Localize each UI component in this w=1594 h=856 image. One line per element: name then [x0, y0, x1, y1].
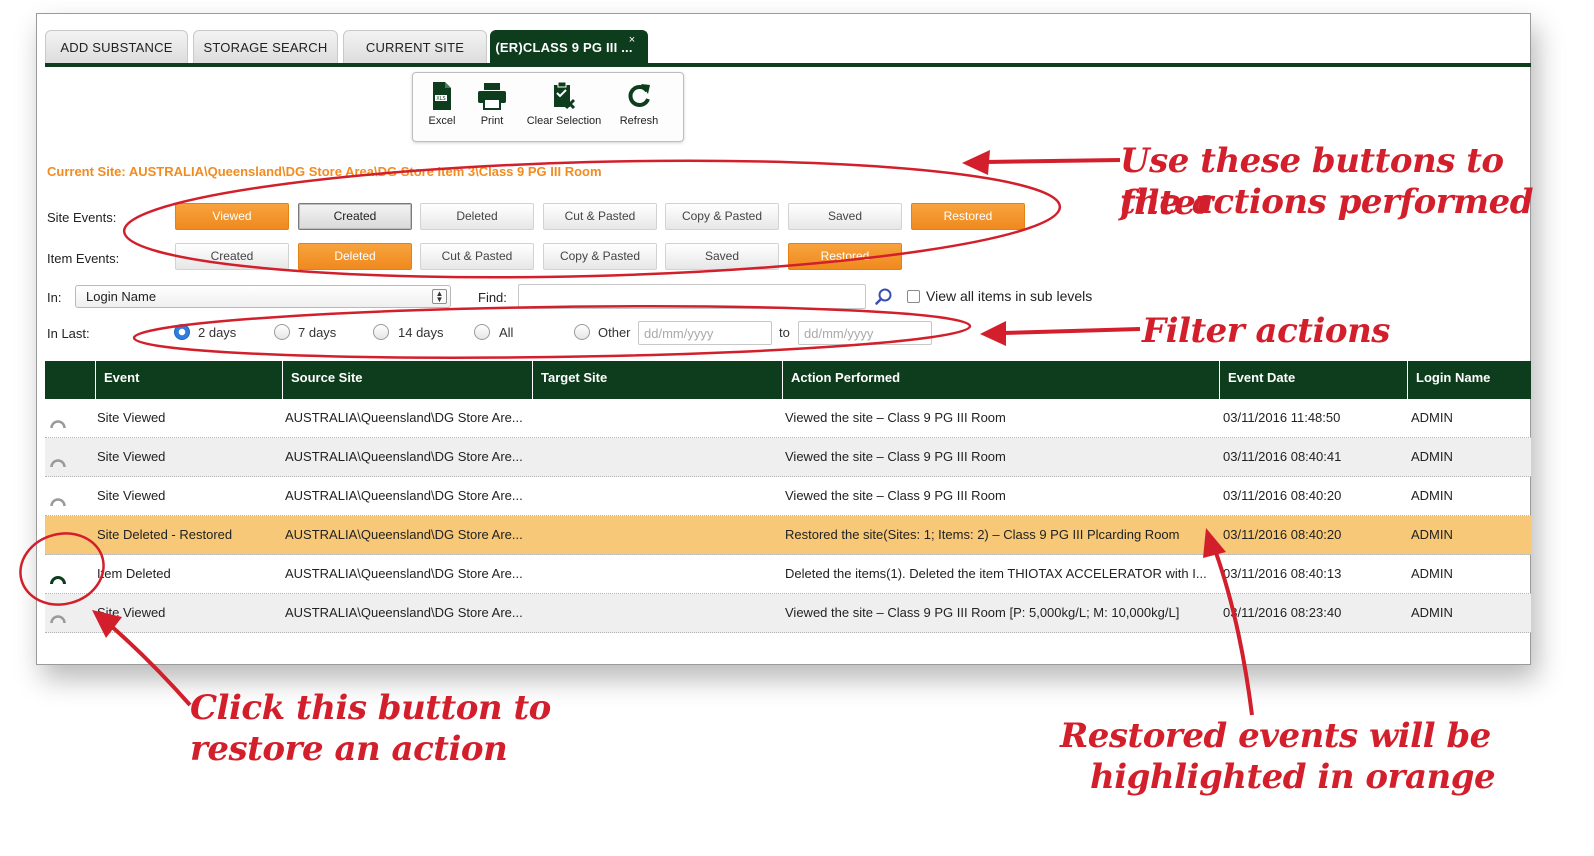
annotation-filter-actions: Filter actions	[1142, 311, 1390, 351]
arrow-restore	[108, 623, 192, 707]
arrowhead-highlight	[1203, 528, 1226, 558]
arrow-filter-actions	[1001, 327, 1141, 335]
annotation-highlight-line2: highlighted in orange	[1090, 757, 1496, 797]
annotation-restore-line2: restore an action	[190, 729, 508, 769]
arrowhead-filter-actions	[980, 321, 1006, 346]
annotation-restore-line1: Click this button to	[190, 688, 551, 728]
annotation-highlight-line1: Restored events will be	[1060, 716, 1491, 756]
arrow-highlight	[1213, 549, 1254, 716]
arrow-filter-buttons	[984, 158, 1121, 164]
arrowhead-filter-buttons	[962, 150, 990, 175]
filter-actions-ellipse	[132, 305, 972, 359]
restore-button-circle	[19, 532, 105, 606]
annotation-filter-buttons-line2: the actions performed	[1120, 182, 1534, 222]
filter-buttons-ellipse	[122, 159, 1062, 279]
